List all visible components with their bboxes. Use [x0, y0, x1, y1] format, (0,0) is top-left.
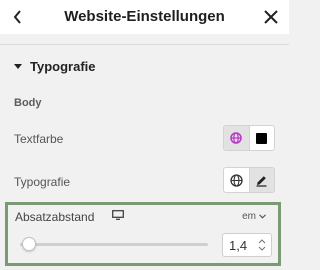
- panel-title: Website-Einstellungen: [64, 8, 225, 25]
- color-swatch: [256, 132, 268, 144]
- pencil-icon: [256, 175, 267, 187]
- caret-down-icon: [14, 63, 22, 69]
- typography-controls: [223, 167, 275, 193]
- unit-value: em: [242, 211, 256, 222]
- slider-thumb[interactable]: [22, 237, 37, 251]
- stepper-icon[interactable]: [257, 237, 267, 253]
- paragraph-spacing-control: Absatzabstand em 1,4: [5, 202, 281, 266]
- color-swatch-button[interactable]: [248, 126, 275, 150]
- unit-selector[interactable]: em: [242, 211, 266, 222]
- section-typography-toggle[interactable]: Typografie: [14, 56, 96, 76]
- section-title: Typografie: [30, 58, 96, 74]
- chevron-left-icon[interactable]: [6, 5, 30, 29]
- header-divider: [0, 44, 289, 45]
- paragraph-spacing-input[interactable]: 1,4: [222, 233, 272, 257]
- edit-typography-button[interactable]: [248, 168, 274, 192]
- chevron-down-icon: [259, 214, 266, 219]
- close-icon[interactable]: [259, 5, 283, 29]
- global-typography-button[interactable]: [224, 168, 249, 192]
- global-color-button[interactable]: [224, 126, 249, 150]
- globe-icon: [230, 173, 243, 187]
- panel-header: Website-Einstellungen: [0, 0, 289, 34]
- paragraph-spacing-value: 1,4: [229, 238, 248, 253]
- paragraph-spacing-label: Absatzabstand: [15, 210, 95, 224]
- text-color-controls: [223, 125, 275, 151]
- globe-icon: [230, 132, 242, 144]
- typography-label: Typografie: [14, 175, 71, 189]
- group-label-body: Body: [14, 97, 42, 109]
- paragraph-spacing-slider[interactable]: [20, 237, 208, 251]
- desktop-icon[interactable]: [112, 210, 124, 220]
- text-color-label: Textfarbe: [14, 132, 64, 146]
